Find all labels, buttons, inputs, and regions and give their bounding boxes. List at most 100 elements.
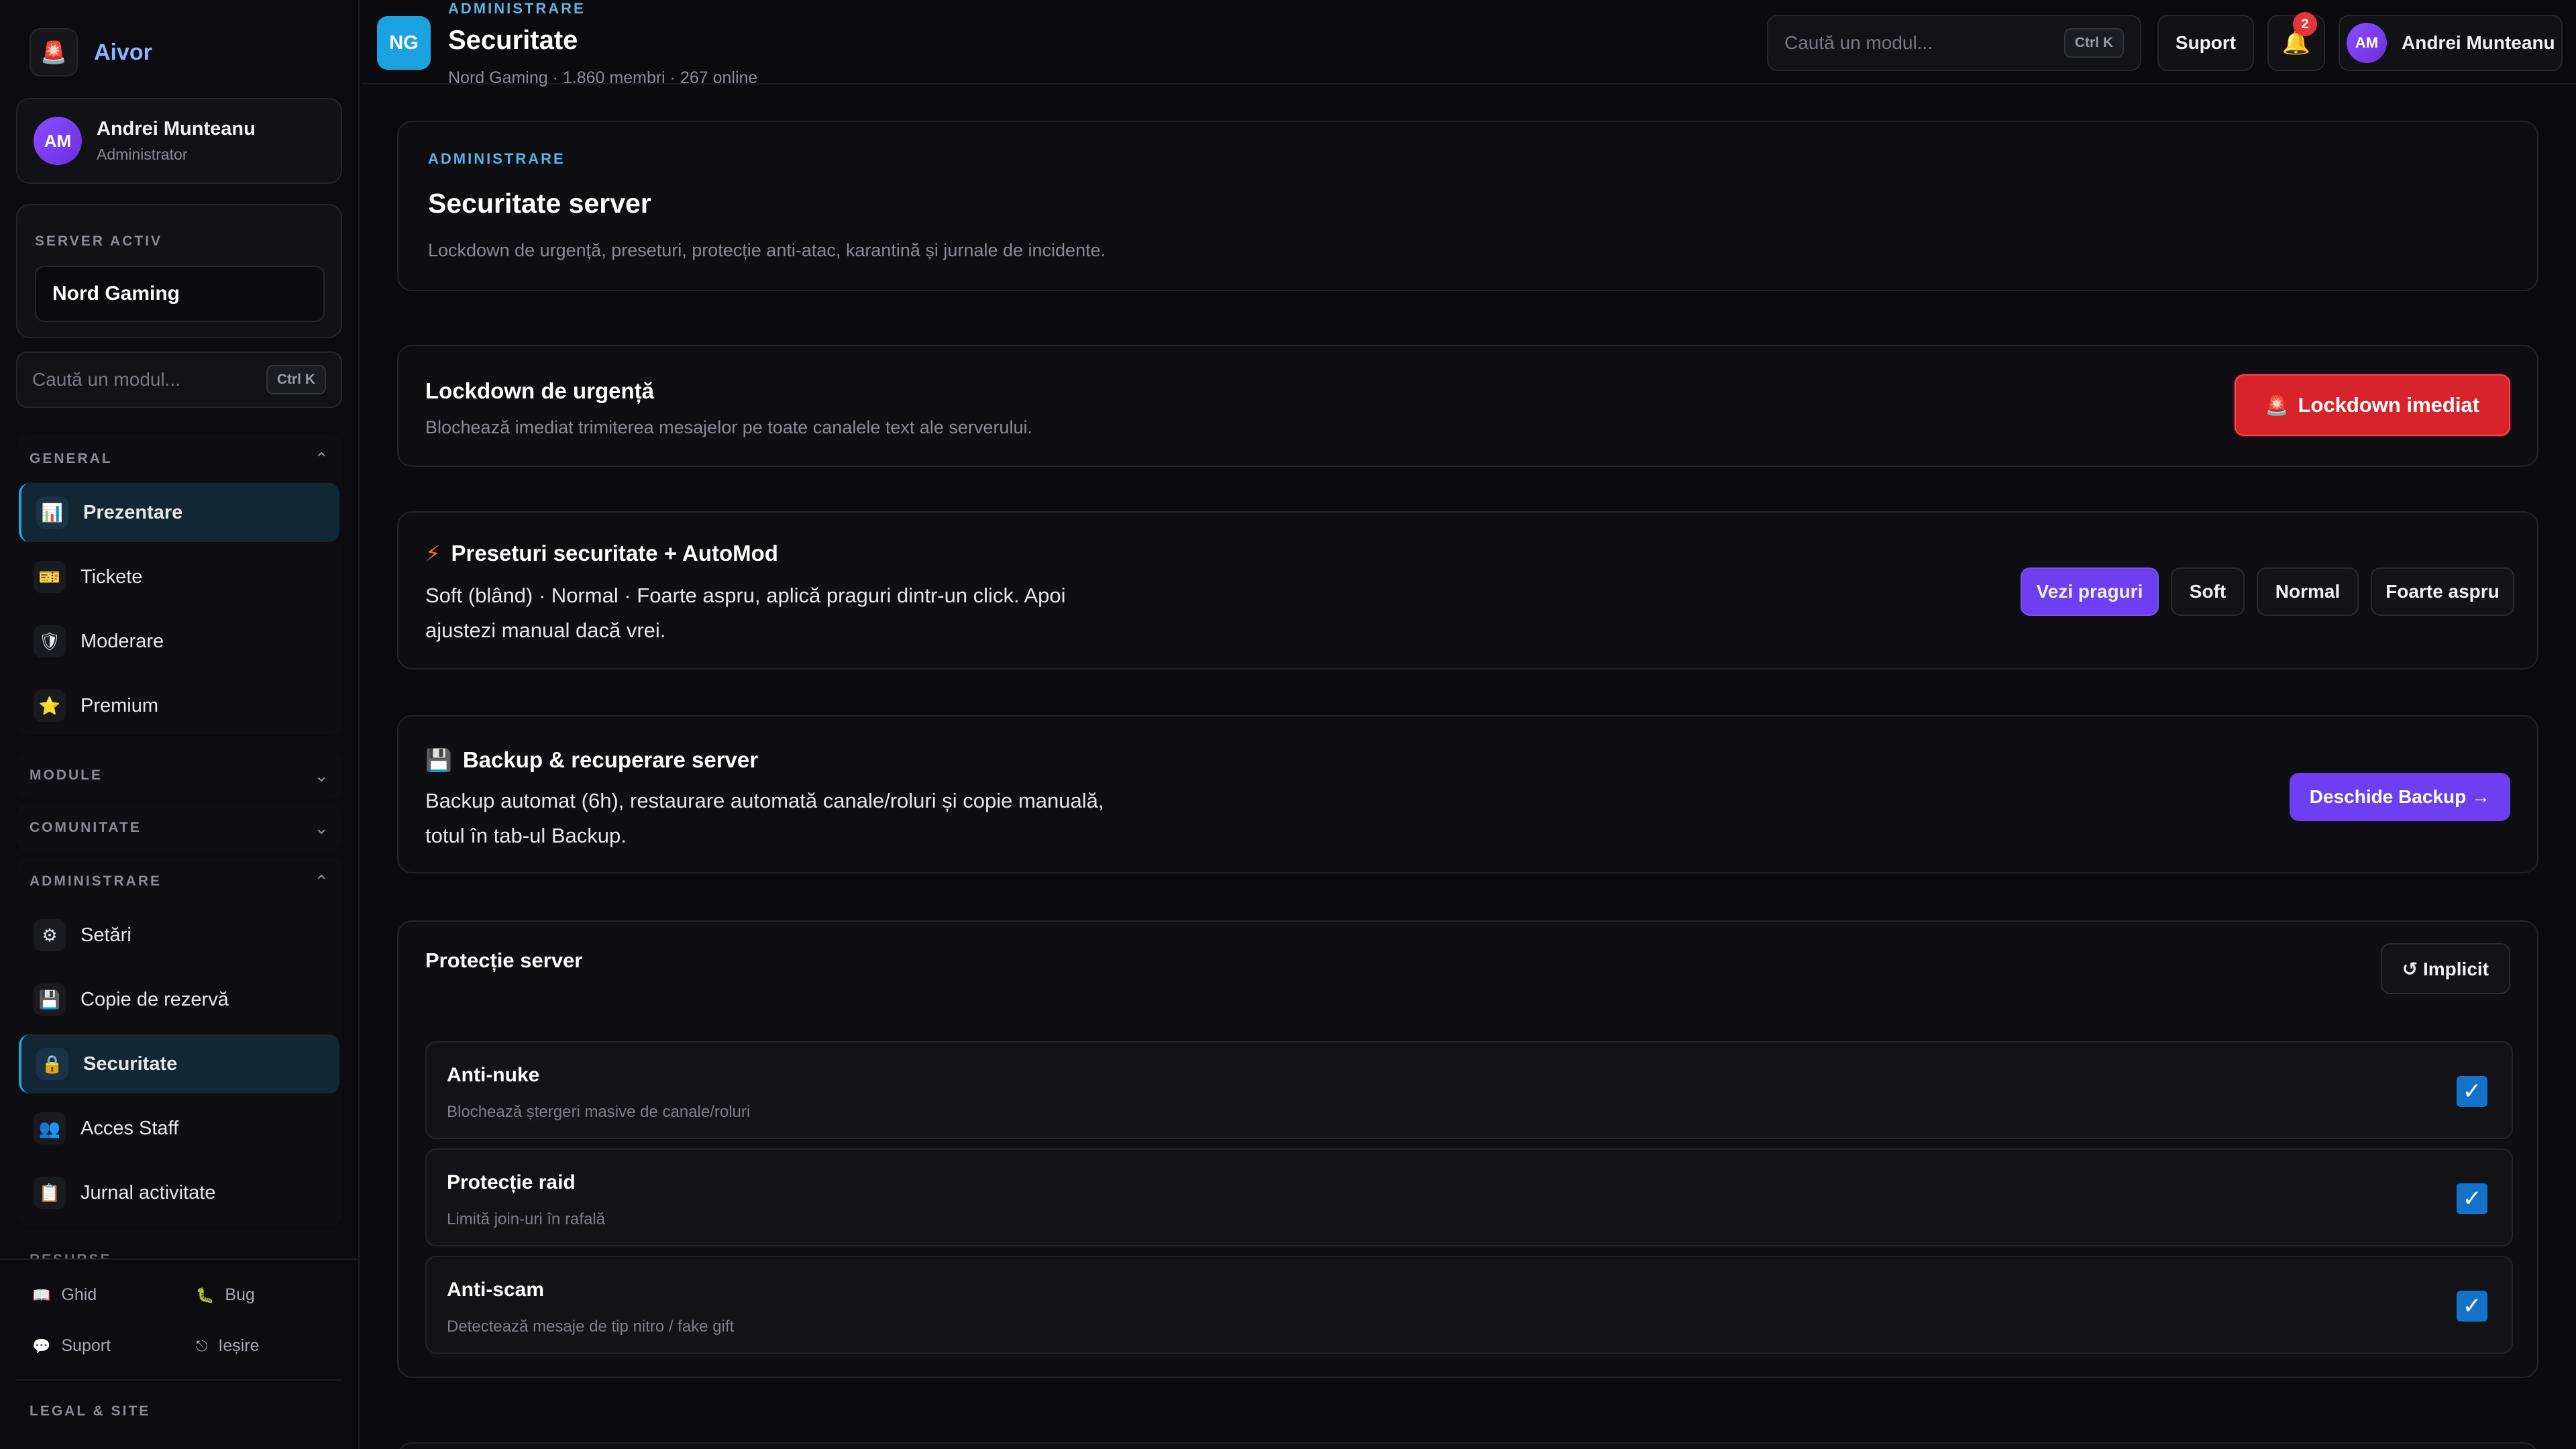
user-role: Administrator [97,146,188,163]
nav-group-administrare-label: ADMINISTRARE [30,873,162,889]
notification-badge: 2 [2293,12,2317,36]
clipboard-icon: 📋 [34,1177,66,1209]
section-description: Lockdown de urgență, preseturi, protecți… [428,240,1106,260]
sidebar-search-input[interactable]: Caută un modul... Ctrl K [16,352,342,408]
anti-scam-checkbox[interactable]: ✓ [2457,1291,2487,1322]
sidebar-item-label: Premium [80,694,159,716]
resource-link-label: Bug [225,1285,255,1304]
resource-link-label: Suport [61,1336,111,1355]
sidebar-item-acces-staff[interactable]: 👥 Acces Staff [19,1099,339,1158]
next-card [397,1442,2538,1449]
server-panel-label: SERVER ACTIV [35,233,163,249]
nav-group-general-header[interactable]: GENERAL ⌃ [16,435,342,483]
anti-nuke-checkbox[interactable]: ✓ [2457,1076,2487,1107]
nav-group-module-header[interactable]: MODULE ⌄ [16,751,342,800]
backup-title: Backup & recuperare server [462,747,759,772]
ticket-icon: 🎫 [34,561,66,593]
sidebar-item-label: Securitate [83,1053,178,1075]
sidebar-item-label: Copie de rezervă [80,988,229,1010]
preset-soft-button[interactable]: Soft [2171,568,2245,616]
user-menu-button[interactable]: AM Andrei Munteanu [2339,15,2563,71]
sidebar-item-label: Tickete [80,566,143,588]
sidebar-item-prezentare[interactable]: 📊 Prezentare [19,483,339,542]
raid-protection-checkbox[interactable]: ✓ [2457,1183,2487,1214]
lock-icon: 🔒 [36,1048,68,1080]
sidebar-item-tickete[interactable]: 🎫 Tickete [19,547,339,606]
server-panel: SERVER ACTIV Nord Gaming [16,204,342,338]
lightning-icon: ⚡ [425,541,441,566]
presets-title: Preseturi securitate + AutoMod [451,541,778,566]
toggle-description: Blochează ștergeri masive de canale/rolu… [447,1103,751,1121]
preset-normal-button[interactable]: Normal [2257,568,2359,616]
sidebar-item-label: Setări [80,924,131,946]
user-name: Andrei Munteanu [97,118,256,140]
preset-very-strict-button[interactable]: Foarte aspru [2371,568,2514,616]
presets-text: Soft (blând) · Normal · Foarte aspru, ap… [425,578,1066,648]
sidebar-item-setari[interactable]: ⚙ Setări [19,906,339,965]
server-badge[interactable]: NG [377,16,431,70]
floppy-disk-icon: 💾 [34,983,66,1016]
nav-group-general: GENERAL ⌃ 📊 Prezentare 🎫 Tickete 🛡 Moder… [16,435,342,735]
sidebar-item-copie-de-rezerva[interactable]: 💾 Copie de rezervă [19,970,339,1029]
legal-section-label[interactable]: LEGAL & SITE [30,1403,150,1419]
shield-icon: 🛡 [34,625,66,657]
section-title: Securitate server [428,188,651,219]
nav-group-comunitate: COMUNITATE ⌄ [16,804,342,852]
chevron-up-icon: ⌃ [314,871,329,892]
toggle-anti-nuke[interactable]: Anti-nuke Blochează ștergeri masive de c… [425,1041,2513,1139]
support-button[interactable]: Suport [2157,15,2254,71]
resource-link-label: Ghid [61,1285,97,1304]
brand[interactable]: 🚨 Aivor [30,27,152,78]
presets-text-line: ajustezi manual dacă vrei. [425,619,666,642]
lockdown-title: Lockdown de urgență [425,378,655,403]
sidebar-search-shortcut: Ctrl K [266,365,326,394]
toggle-anti-scam[interactable]: Anti-scam Detectează mesaje de tip nitro… [425,1256,2513,1354]
server-select[interactable]: Nord Gaming [35,266,325,322]
chevron-down-icon: ⌄ [314,817,329,838]
protection-title: Protecție server [425,949,583,972]
resource-link-iesire[interactable]: ⎋ Ieșire [196,1336,260,1356]
avatar: AM [2347,23,2387,63]
avatar: AM [34,117,82,165]
sidebar-item-label: Acces Staff [80,1117,179,1139]
search-placeholder: Caută un modul... [1784,32,1933,53]
user-card[interactable]: AM Andrei Munteanu Administrator [16,98,342,184]
sidebar-item-moderare[interactable]: 🛡 Moderare [19,612,339,671]
sidebar-item-label: Jurnal activitate [80,1181,216,1203]
sidebar-item-securitate[interactable]: 🔒 Securitate [19,1034,339,1093]
search-input[interactable]: Caută un modul... Ctrl K [1767,15,2141,71]
presets-card: ⚡ Preseturi securitate + AutoMod Soft (b… [397,511,2538,669]
lockdown-button[interactable]: 🚨 Lockdown imediat [2234,374,2510,436]
toggle-title: Anti-nuke [447,1064,540,1086]
resources-label: RESURSE [30,1252,112,1258]
view-thresholds-button[interactable]: Vezi praguri [2021,568,2159,616]
header-kicker: ADMINISTRARE [428,150,566,167]
topbar: NG ADMINISTRARE Securitate Nord Gaming ·… [361,0,2576,87]
nav-group-comunitate-header[interactable]: COMUNITATE ⌄ [16,804,342,852]
nav-group-administrare-header[interactable]: ADMINISTRARE ⌃ [16,857,342,906]
page-subtitle: Nord Gaming · 1.860 membri · 267 online [448,68,758,87]
sidebar-item-premium[interactable]: ⭐ Premium [19,676,339,735]
nav-group-administrare: ADMINISTRARE ⌃ ⚙ Setări 💾 Copie de rezer… [16,857,342,1226]
resource-link-ghid[interactable]: 📖 Ghid [32,1285,97,1305]
gear-icon: ⚙ [34,919,66,951]
brand-name: Aivor [94,39,152,65]
alarm-light-icon: 🚨 [2265,394,2289,416]
notifications-button[interactable]: 🔔 2 [2267,12,2325,71]
toggle-description: Limită join-uri în rafală [447,1210,606,1228]
open-backup-button[interactable]: Deschide Backup → [2289,773,2510,821]
reset-defaults-button[interactable]: ↺ Implicit [2380,943,2510,994]
toggle-raid-protection[interactable]: Protecție raid Limită join-uri în rafală… [425,1148,2513,1246]
book-icon: 📖 [32,1286,51,1303]
user-menu-name: Andrei Munteanu [2402,32,2555,53]
nav-group-module-label: MODULE [30,767,103,783]
page-title: Securitate [448,25,578,55]
resource-link-suport[interactable]: 💬 Suport [32,1336,111,1356]
resource-link-bug[interactable]: 🐛 Bug [196,1285,255,1305]
backup-card: 💾 Backup & recuperare server Backup auto… [397,715,2538,873]
sidebar-item-jurnal-activitate[interactable]: 📋 Jurnal activitate [19,1163,339,1222]
backup-text-line: Backup automat (6h), restaurare automată… [425,789,1104,812]
backup-text-line: totul în tab-ul Backup. [425,824,627,847]
resource-link-label: Ieșire [218,1336,260,1355]
star-icon: ⭐ [34,690,66,722]
